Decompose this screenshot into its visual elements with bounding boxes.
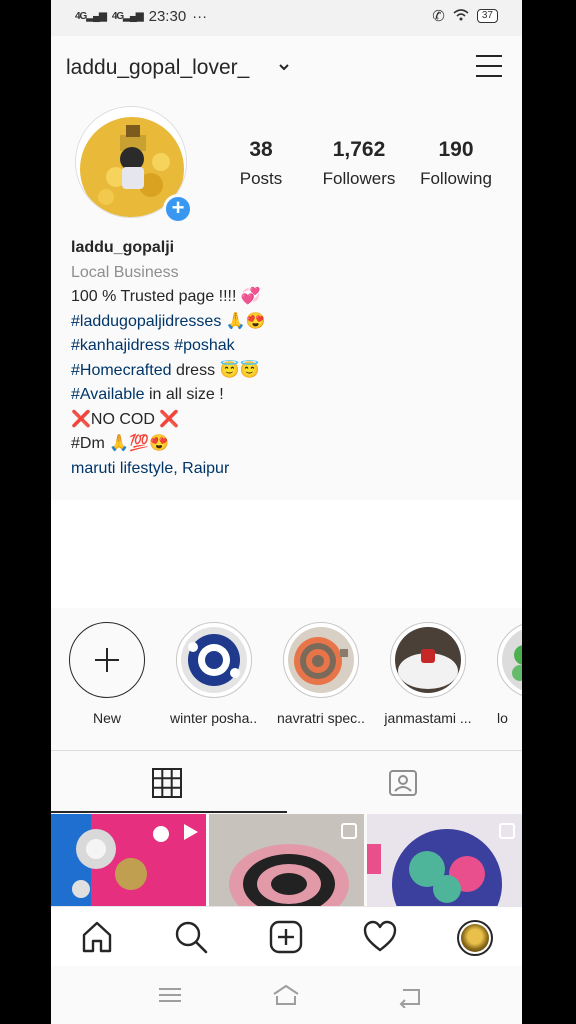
bio-line: #Available in all size !: [71, 386, 224, 403]
bio-line: #laddugopaljidresses 🙏😍: [71, 312, 266, 330]
grid-icon[interactable]: [151, 767, 183, 799]
highlight-thumb: [395, 627, 461, 693]
blank-area: [51, 500, 522, 608]
highlight-thumb: [288, 627, 354, 693]
followers-count[interactable]: 1,762 Followers: [316, 138, 402, 189]
hashtag-link[interactable]: #kanhajidress: [71, 337, 170, 354]
hashtag-link[interactable]: #poshak: [174, 337, 235, 354]
highlight-label: lo: [497, 710, 508, 726]
add-story-plus-icon[interactable]: +: [163, 194, 193, 224]
hashtag-link[interactable]: #Homecrafted: [71, 362, 172, 379]
signal-icon: 4G▂▄▆: [75, 11, 107, 22]
post-thumbnail[interactable]: [51, 814, 206, 906]
display-name: laddu_gopalji: [71, 239, 175, 256]
bio-line: 100 % Trusted page !!!! 💞: [71, 288, 261, 305]
new-highlight-ring: [69, 622, 145, 698]
status-dots: ···: [192, 8, 208, 25]
carousel-icon: [341, 823, 357, 839]
search-icon[interactable]: [173, 919, 209, 955]
chevron-down-icon[interactable]: [277, 60, 291, 74]
home-icon[interactable]: [79, 919, 115, 955]
profile-header: laddu_gopal_lover_: [51, 36, 522, 98]
highlight-winter[interactable]: winter posha...: [170, 622, 258, 726]
posts-count[interactable]: 38 Posts: [231, 138, 291, 189]
status-bar: 4G▂▄▆ 4G▂▄▆ 23:30 ··· ✆ 37: [51, 0, 522, 36]
bio-line: #Homecrafted dress 😇😇: [71, 361, 260, 379]
highlight-thumb: [181, 627, 247, 693]
hashtag-link[interactable]: #Available: [71, 386, 145, 403]
system-navigation-bar: [51, 966, 522, 1024]
following-count[interactable]: 190 Following: [413, 138, 499, 189]
hashtag-link[interactable]: #laddugopaljidresses: [71, 313, 221, 330]
highlight-label: New: [92, 710, 121, 726]
active-tab-indicator: [51, 811, 287, 813]
carousel-icon: [499, 823, 515, 839]
phone-screen: 4G▂▄▆ 4G▂▄▆ 23:30 ··· ✆ 37 laddu_gopal_l…: [51, 0, 522, 1024]
category-label: Local Business: [71, 263, 179, 281]
profile-tab-avatar[interactable]: [457, 920, 493, 956]
highlight-navratri[interactable]: navratri spec...: [277, 622, 365, 726]
signal-icon-2: 4G▂▄▆: [111, 11, 144, 22]
back-icon[interactable]: [395, 982, 425, 1008]
bottom-navigation: [51, 906, 522, 966]
video-play-icon: [184, 824, 198, 840]
call-icon: ✆: [432, 8, 445, 25]
recent-apps-icon[interactable]: [155, 982, 185, 1008]
new-post-icon[interactable]: [268, 919, 304, 955]
tagged-person-icon[interactable]: [387, 767, 419, 799]
highlight-new[interactable]: New: [63, 622, 151, 726]
battery-icon: 37: [476, 9, 498, 23]
post-thumbnail[interactable]: [367, 814, 522, 906]
plus-icon: [95, 648, 119, 672]
highlight-janmastami[interactable]: janmastami ...: [384, 622, 472, 726]
location-link[interactable]: maruti lifestyle, Raipur: [71, 457, 511, 482]
wifi-icon: [453, 8, 469, 25]
profile-tabs: [51, 750, 522, 813]
activity-heart-icon[interactable]: [362, 919, 398, 955]
highlight-label: winter posha...: [170, 710, 258, 726]
bio-line: #Dm 🙏💯😍: [71, 435, 169, 452]
posts-grid: [51, 814, 522, 906]
story-highlights: New winter posha... navratri spec... jan…: [51, 608, 522, 748]
hamburger-menu-icon[interactable]: [474, 52, 504, 80]
highlight-thumb: [502, 627, 522, 693]
highlight-label: janmastami ...: [384, 710, 472, 726]
bio-line: #kanhajidress #poshak: [71, 334, 511, 359]
profile-bio: laddu_gopalji Local Business 100 % Trust…: [71, 236, 511, 481]
bio-line: ❌NO COD ❌: [71, 410, 180, 428]
android-home-icon[interactable]: [271, 982, 301, 1008]
account-switcher-username[interactable]: laddu_gopal_lover_: [66, 56, 249, 80]
highlight-label: navratri spec...: [277, 710, 365, 726]
profile-avatar[interactable]: +: [75, 106, 193, 224]
status-time: 23:30: [148, 8, 187, 25]
highlight-partial[interactable]: lo: [491, 622, 522, 726]
post-thumbnail[interactable]: [209, 814, 364, 906]
